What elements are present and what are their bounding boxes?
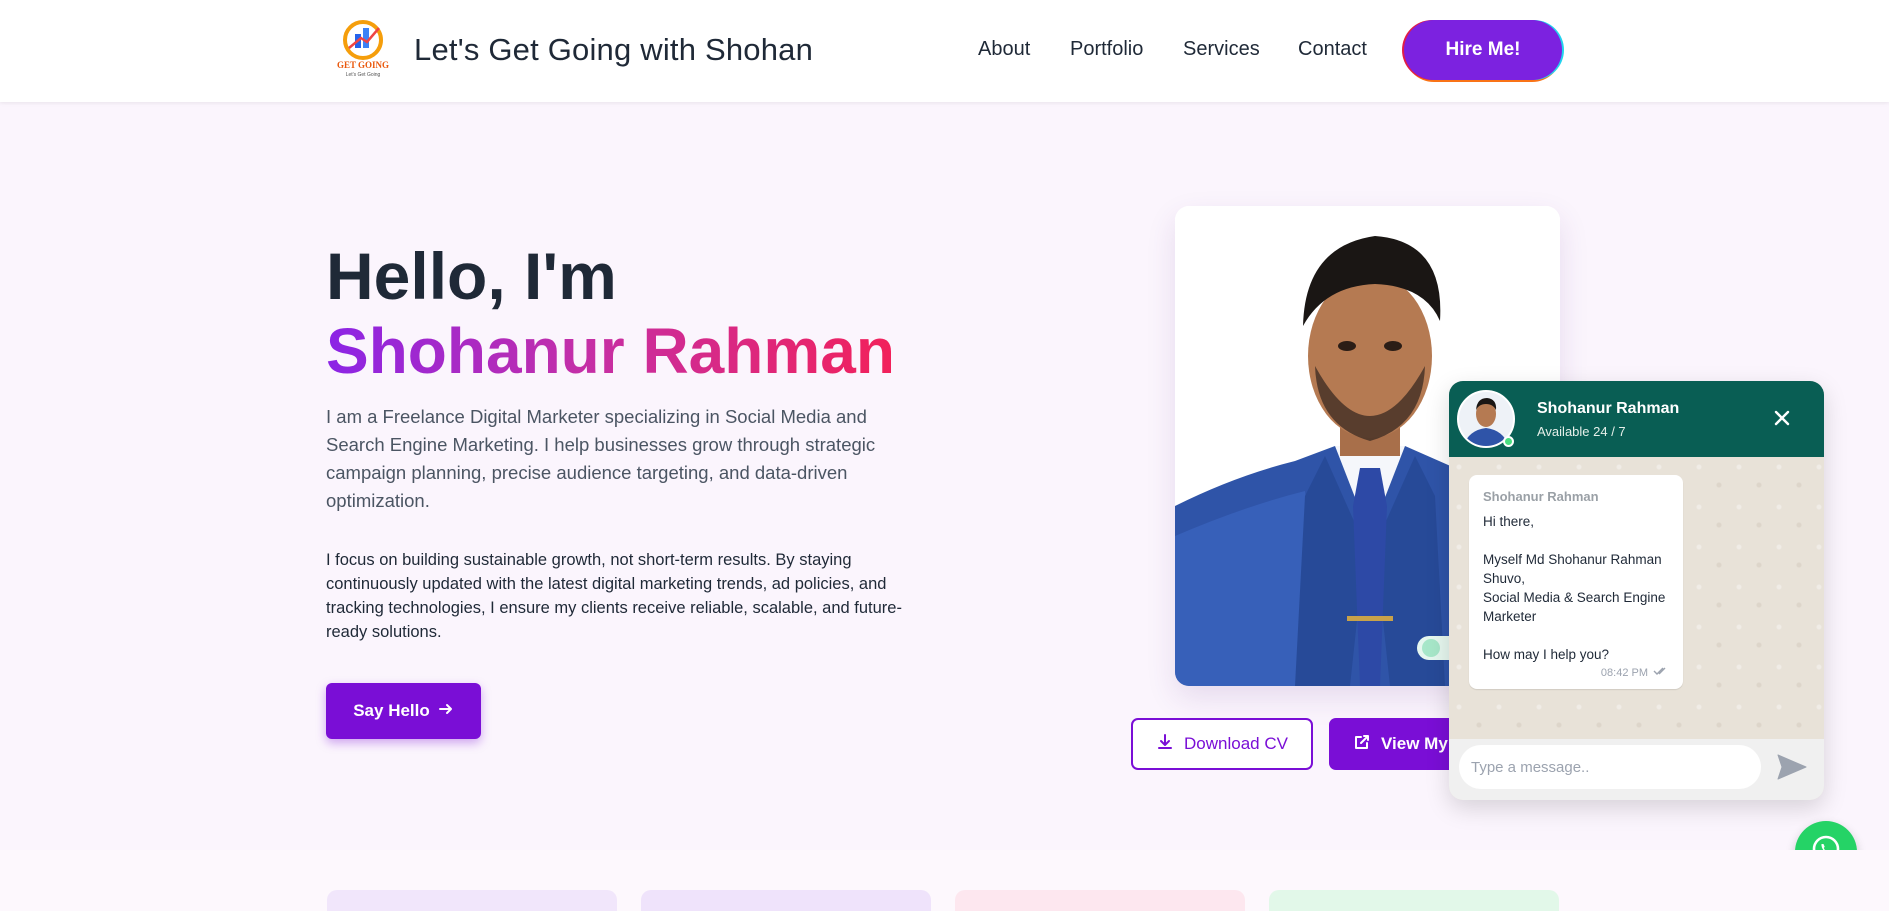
nav-services[interactable]: Services: [1183, 38, 1260, 61]
message-timestamp: 08:42 PM: [1601, 664, 1669, 683]
hero-greeting: Hello, I'm: [326, 239, 617, 313]
stats-section: [0, 850, 1889, 911]
stat-card: [955, 890, 1245, 911]
close-icon[interactable]: [1769, 405, 1795, 431]
logo[interactable]: GET GOING Let's Get Going: [335, 18, 391, 78]
chat-availability: Available 24 / 7: [1537, 424, 1626, 439]
site-header: GET GOING Let's Get Going Let's Get Goin…: [0, 0, 1889, 102]
send-icon[interactable]: [1775, 751, 1809, 783]
download-cv-label: Download CV: [1184, 734, 1288, 753]
hero-name: Shohanur Rahman: [326, 315, 895, 387]
chat-contact-name: Shohanur Rahman: [1537, 400, 1680, 417]
download-cv-button[interactable]: Download CV: [1131, 718, 1313, 770]
online-status-dot: [1503, 436, 1514, 447]
stat-card: [641, 890, 931, 911]
brand-title[interactable]: Let's Get Going with Shohan: [414, 32, 813, 68]
message-time: 08:42 PM: [1600, 667, 1648, 679]
chat-message-bubble: Shohanur Rahman Hi there, Myself Md Shoh…: [1469, 475, 1683, 689]
chat-header: Shohanur Rahman Available 24 / 7: [1449, 381, 1824, 457]
external-link-icon: [1353, 733, 1371, 756]
nav-about[interactable]: About: [978, 38, 1030, 61]
svg-text:Let's Get Going: Let's Get Going: [346, 72, 381, 78]
double-check-icon: [1653, 664, 1669, 683]
nav-portfolio[interactable]: Portfolio: [1070, 38, 1143, 61]
nav-contact[interactable]: Contact: [1298, 38, 1367, 61]
say-hello-button[interactable]: Say Hello: [326, 683, 481, 739]
download-icon: [1156, 733, 1174, 756]
view-my-label: View My: [1381, 734, 1448, 753]
message-sender: Shohanur Rahman: [1483, 489, 1599, 504]
stat-card: [327, 890, 617, 911]
stat-card: [1269, 890, 1559, 911]
message-input[interactable]: [1459, 745, 1761, 789]
message-text: Hi there, Myself Md Shohanur Rahman Shuv…: [1483, 514, 1666, 662]
svg-text:GET GOING: GET GOING: [337, 60, 389, 70]
whatsapp-chat-widget: Shohanur Rahman Available 24 / 7 Shohanu…: [1449, 381, 1824, 800]
chat-messages: Shohanur Rahman Hi there, Myself Md Shoh…: [1449, 457, 1824, 739]
hero-intro: I am a Freelance Digital Marketer specia…: [326, 406, 876, 511]
hero-focus: I focus on building sustainable growth, …: [326, 551, 902, 641]
arrow-right-icon: [438, 701, 454, 722]
chat-composer: [1449, 739, 1824, 800]
hire-me-button[interactable]: Hire Me!: [1404, 20, 1562, 80]
say-hello-label: Say Hello: [353, 701, 430, 720]
